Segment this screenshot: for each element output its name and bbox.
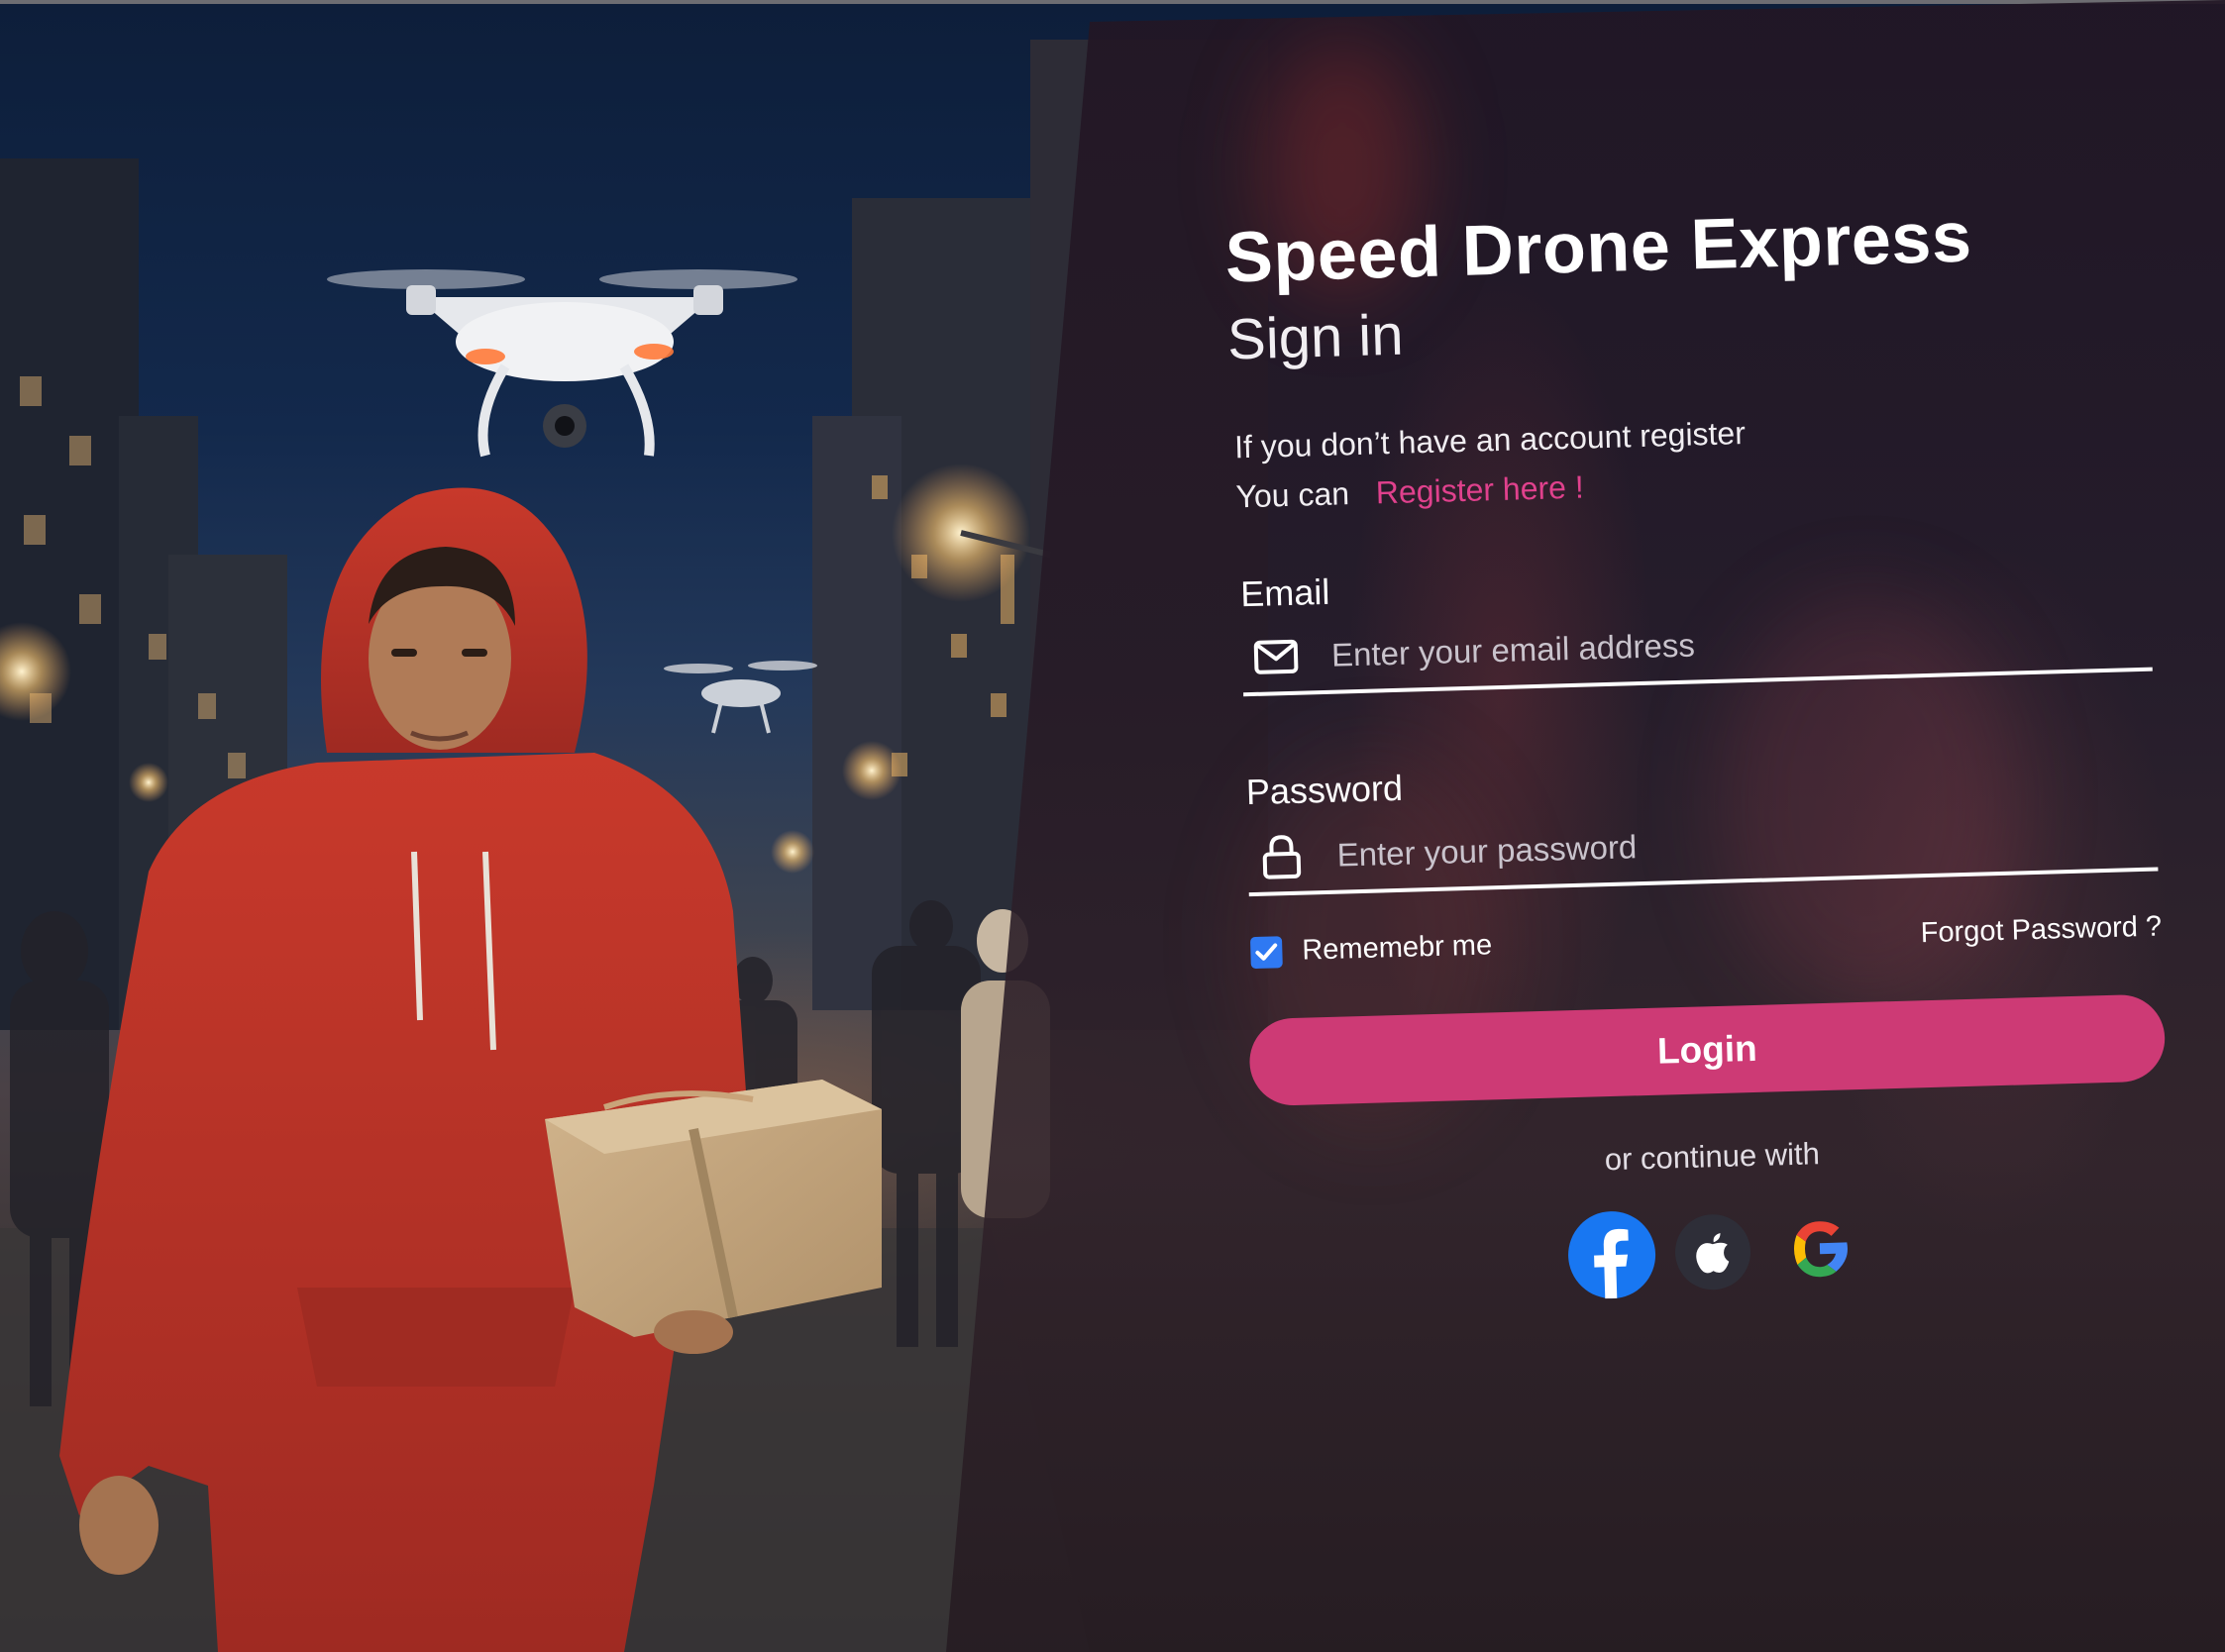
continue-with-label: or continue with [1604, 1136, 1821, 1178]
window-top-border [0, 0, 2225, 4]
register-prompt-prefix: You can [1235, 475, 1350, 515]
password-label: Password [1245, 767, 1404, 813]
drone-small [664, 661, 817, 734]
email-field [1241, 597, 2153, 697]
social-login-row [1566, 1203, 1884, 1300]
signin-heading: Sign in [1226, 302, 1405, 372]
forgot-password-link[interactable]: Forgot Password ? [1920, 910, 2162, 950]
brand-title: Speed Drone Express [1223, 197, 1973, 298]
remember-checkbox[interactable] [1249, 935, 1283, 969]
register-link[interactable]: Register here ! [1375, 469, 1584, 511]
google-icon[interactable] [1775, 1204, 1864, 1293]
register-prompt-line: If you don’t have an account register [1233, 414, 1747, 465]
password-field [1246, 797, 2159, 897]
remember-label: Rememebr me [1301, 929, 1493, 967]
email-input[interactable] [1328, 612, 2153, 675]
remember-me[interactable]: Rememebr me [1249, 929, 1493, 969]
login-button[interactable]: Login [1248, 993, 2167, 1107]
envelope-icon [1249, 631, 1302, 683]
facebook-icon[interactable] [1566, 1209, 1657, 1300]
password-input[interactable] [1334, 812, 2158, 876]
apple-icon[interactable] [1673, 1213, 1752, 1291]
lock-icon [1255, 831, 1308, 883]
check-icon [1255, 942, 1278, 961]
signin-form: Speed Drone Express Sign in If you don’t… [1209, 132, 2204, 1406]
drone-large [327, 269, 797, 458]
register-prompt: You can Register here ! [1235, 469, 1584, 516]
email-label: Email [1239, 570, 1330, 615]
